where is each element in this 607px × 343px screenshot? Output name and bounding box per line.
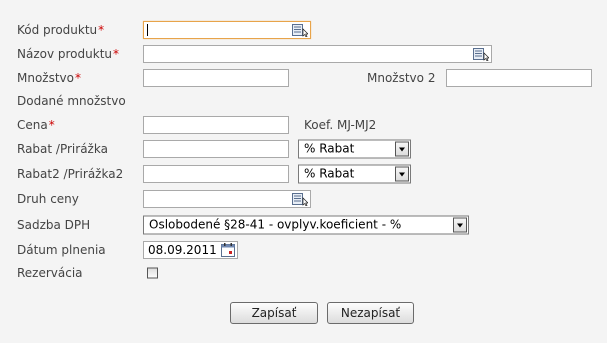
rabat2-label: Rabat2 /Prirážka2 <box>17 167 124 181</box>
row-rabat2: Rabat2 /Prirážka2 % Rabat <box>0 162 607 186</box>
rabat2-input[interactable] <box>143 165 289 183</box>
druh-ceny-input[interactable] <box>143 190 311 208</box>
row-rabat: Rabat /Prirážka % Rabat <box>0 137 607 161</box>
cena-input[interactable] <box>143 116 289 134</box>
mnozstvo-label: Množstvo* <box>17 71 81 85</box>
kod-produktu-input[interactable] <box>143 21 311 39</box>
rabat-label: Rabat /Prirážka <box>17 142 108 156</box>
calendar-icon[interactable] <box>221 243 235 257</box>
required-asterisk: * <box>48 118 55 132</box>
row-mnozstvo: Množstvo* Množstvo 2 <box>0 66 607 90</box>
kod-produktu-label: Kód produktu* <box>17 23 105 37</box>
rabat2-type-select[interactable]: % Rabat <box>298 164 411 184</box>
dodane-mnozstvo-label: Dodané množstvo <box>17 94 126 108</box>
row-cena: Cena* Koef. MJ-MJ2 <box>0 113 607 137</box>
nazov-produktu-input[interactable] <box>143 45 492 63</box>
row-dodane-mnozstvo: Dodané množstvo <box>0 89 607 113</box>
row-kod-produktu: Kód produktu* <box>0 18 607 42</box>
rabat-type-select[interactable]: % Rabat <box>298 139 411 159</box>
sadzba-dph-select[interactable]: Oslobodené §28-41 - ovplyv.koeficient - … <box>143 215 469 235</box>
row-nazov-produktu: Názov produktu* <box>0 42 607 66</box>
required-asterisk: * <box>75 71 81 85</box>
nazov-produktu-label: Názov produktu* <box>17 47 119 61</box>
sadzba-dph-label: Sadzba DPH <box>17 218 91 232</box>
cancel-button[interactable]: Nezapísať <box>327 302 414 324</box>
required-asterisk: * <box>98 23 105 37</box>
chevron-down-icon[interactable] <box>395 166 409 182</box>
mnozstvo2-input[interactable] <box>446 69 592 87</box>
rabat-input[interactable] <box>143 140 289 158</box>
save-button[interactable]: Zapísať <box>230 302 318 324</box>
list-lookup-icon[interactable] <box>292 192 308 206</box>
row-druh-ceny: Druh ceny <box>0 187 607 211</box>
row-sadzba-dph: Sadzba DPH Oslobodené §28-41 - ovplyv.ko… <box>0 213 607 237</box>
row-rezervacia: Rezervácia <box>0 261 607 285</box>
list-lookup-icon[interactable] <box>292 23 308 37</box>
text-caret <box>147 24 148 36</box>
chevron-down-icon[interactable] <box>395 141 409 157</box>
rezervacia-checkbox[interactable] <box>147 267 158 279</box>
row-datum-plnenia: Dátum plnenia 08.09.2011 <box>0 238 607 262</box>
required-asterisk: * <box>113 47 119 61</box>
datum-plnenia-input[interactable]: 08.09.2011 <box>143 241 238 259</box>
rezervacia-label: Rezervácia <box>17 266 83 280</box>
chevron-down-icon[interactable] <box>453 217 467 233</box>
list-lookup-icon[interactable] <box>473 47 489 61</box>
datum-plnenia-label: Dátum plnenia <box>17 243 106 257</box>
druh-ceny-label: Druh ceny <box>17 192 79 206</box>
mnozstvo2-label: Množstvo 2 <box>367 71 436 85</box>
cena-label: Cena* <box>17 118 55 132</box>
koeficient-label: Koef. MJ-MJ2 <box>304 118 377 132</box>
mnozstvo-input[interactable] <box>143 69 289 87</box>
